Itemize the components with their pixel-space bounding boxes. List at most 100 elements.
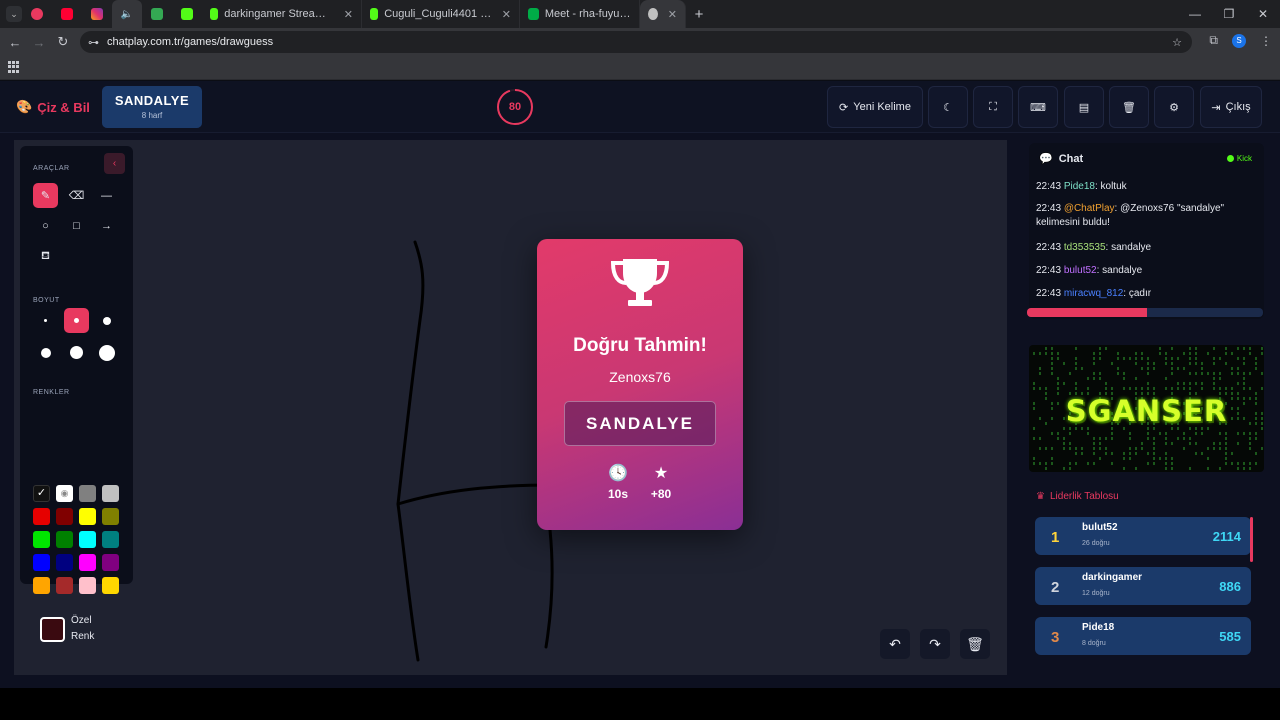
color-swatch[interactable] <box>102 554 119 571</box>
redo-button[interactable]: ↷ <box>920 629 950 659</box>
pinned-tab-audio[interactable]: 🔈 <box>112 0 142 28</box>
new-tab-button[interactable]: + <box>686 6 712 23</box>
size-option-3[interactable] <box>94 308 119 333</box>
profile-avatar[interactable]: S <box>1232 33 1246 48</box>
message-user[interactable]: bulut52 <box>1064 265 1097 276</box>
tab-kick-dashboard[interactable]: darkingamer Stream - Kick Dash ✕ <box>202 0 362 28</box>
color-swatch[interactable] <box>102 508 119 525</box>
color-swatch[interactable] <box>56 508 73 525</box>
brush-tool[interactable]: ✎ <box>33 183 58 208</box>
color-swatch[interactable] <box>56 531 73 548</box>
color-swatch[interactable] <box>33 531 50 548</box>
color-swatch[interactable]: ✓ <box>33 485 50 502</box>
color-swatch[interactable] <box>33 508 50 525</box>
color-swatch[interactable] <box>79 531 96 548</box>
address-bar[interactable]: ⊶ chatplay.com.tr/games/drawguess ☆ <box>80 31 1192 53</box>
color-swatch[interactable] <box>79 508 96 525</box>
tab-kick-stream[interactable]: Cuguli_Cuguli4401 Stream - We ✕ <box>362 0 520 28</box>
refresh-icon: ⟳ <box>839 101 849 114</box>
drawing-canvas[interactable] <box>14 140 1007 675</box>
rectangle-tool[interactable]: □ <box>64 213 89 238</box>
color-swatch[interactable] <box>56 577 73 594</box>
pinned-tab-youtube[interactable] <box>52 0 82 28</box>
keyboard-button[interactable]: ⌨ <box>1018 86 1058 128</box>
color-swatch[interactable] <box>102 577 119 594</box>
apps-grid-icon[interactable] <box>8 61 20 73</box>
live-dot-icon <box>1226 155 1234 162</box>
size-option-1[interactable] <box>33 308 58 333</box>
message-user[interactable]: miracwq_812 <box>1064 288 1123 299</box>
line-tool[interactable]: — <box>94 183 119 208</box>
app-icon <box>31 8 43 20</box>
line-icon: — <box>101 189 112 202</box>
message-user[interactable]: Pide18 <box>1064 181 1095 192</box>
close-tab-icon[interactable]: ✕ <box>344 8 353 21</box>
size-option-5[interactable] <box>64 340 89 365</box>
bookmark-star-icon[interactable]: ☆ <box>1172 36 1182 49</box>
circle-tool[interactable]: ○ <box>33 213 58 238</box>
pinned-tab-instagram[interactable] <box>82 0 112 28</box>
custom-color-swatch[interactable] <box>40 617 65 642</box>
color-swatch[interactable] <box>79 554 96 571</box>
leaderboard-scrollbar[interactable] <box>1250 517 1253 562</box>
screen-bottom-bar <box>0 688 1280 720</box>
site-info-icon[interactable]: ⊶ <box>88 36 99 49</box>
app-logo[interactable]: 🎨 Çiz & Bil <box>16 99 90 115</box>
forward-icon[interactable]: → <box>27 35 51 50</box>
pinned-tab-kick[interactable] <box>172 0 202 28</box>
arrow-tool[interactable]: → <box>94 213 119 238</box>
tab-meet[interactable]: Meet - rha-fuyu-bys <box>520 0 640 28</box>
minimize-icon[interactable]: — <box>1178 7 1212 21</box>
tab-title: darkingamer Stream - Kick Dash <box>224 8 334 20</box>
color-swatch[interactable] <box>79 577 96 594</box>
fill-tool[interactable]: ⛾ <box>33 244 58 269</box>
color-swatch[interactable] <box>56 554 73 571</box>
message-user[interactable]: td353535 <box>1064 242 1106 253</box>
delete-button[interactable]: 🗑 <box>1109 86 1149 128</box>
new-word-button[interactable]: ⟳ Yeni Kelime <box>827 86 923 128</box>
chat-header: 💬 Chat <box>1039 152 1083 166</box>
color-swatch[interactable] <box>102 531 119 548</box>
color-swatch[interactable] <box>33 577 50 594</box>
archive-button[interactable]: ▤ <box>1064 86 1104 128</box>
color-swatch[interactable] <box>79 485 96 502</box>
color-swatch[interactable] <box>33 554 50 571</box>
color-swatch[interactable]: ◉ <box>56 485 73 502</box>
close-window-icon[interactable]: ✕ <box>1246 7 1280 21</box>
meet-icon <box>528 8 539 20</box>
tab-current[interactable]: ✕ <box>640 0 686 28</box>
theme-toggle-button[interactable]: ☾ <box>928 86 968 128</box>
color-swatch[interactable] <box>102 485 119 502</box>
points-value: +80 <box>650 487 672 501</box>
game-header: 🎨 Çiz & Bil SANDALYE 8 harf 80 ⟳ Yeni Ke… <box>0 81 1280 133</box>
message-user[interactable]: @ChatPlay <box>1064 203 1115 214</box>
tab-search-icon[interactable]: ⌄ <box>6 6 22 22</box>
settings-button[interactable]: ⚙ <box>1154 86 1194 128</box>
restore-icon[interactable]: ❐ <box>1212 7 1246 21</box>
undo-button[interactable]: ↶ <box>880 629 910 659</box>
size-dot-icon <box>74 318 79 323</box>
collapse-toolbox-button[interactable]: ‹ <box>104 153 125 174</box>
current-word-box: SANDALYE 8 harf <box>102 86 202 128</box>
clear-canvas-button[interactable]: 🗑 <box>960 629 990 659</box>
tools-label: ARAÇLAR <box>33 165 70 172</box>
size-option-4[interactable] <box>33 340 58 365</box>
round-progress-bar <box>1027 308 1263 317</box>
sponsor-banner: SGANSER <box>1029 345 1264 472</box>
correct-count: 26 doğru <box>1082 540 1110 547</box>
close-tab-icon[interactable]: ✕ <box>668 8 677 21</box>
browser-menu-icon[interactable]: ⋮ <box>1260 34 1272 48</box>
exit-button[interactable]: ⇥ Çıkış <box>1200 86 1262 128</box>
pinned-tab-1[interactable] <box>22 0 52 28</box>
size-option-6[interactable] <box>94 340 119 365</box>
reload-icon[interactable]: ↻ <box>51 34 75 50</box>
chat-message: 22:43 @ChatPlay: @Zenoxs76 "sandalye" ke… <box>1036 202 1254 230</box>
fullscreen-button[interactable]: ⛶ <box>973 86 1013 128</box>
back-icon[interactable]: ← <box>3 35 27 50</box>
message-time: 22:43 <box>1036 288 1062 299</box>
close-tab-icon[interactable]: ✕ <box>502 8 511 21</box>
extensions-icon[interactable]: ⧉ <box>1209 33 1218 48</box>
pinned-tab-sheets[interactable] <box>142 0 172 28</box>
eraser-tool[interactable]: ⌫ <box>64 183 89 208</box>
size-option-2[interactable] <box>64 308 89 333</box>
